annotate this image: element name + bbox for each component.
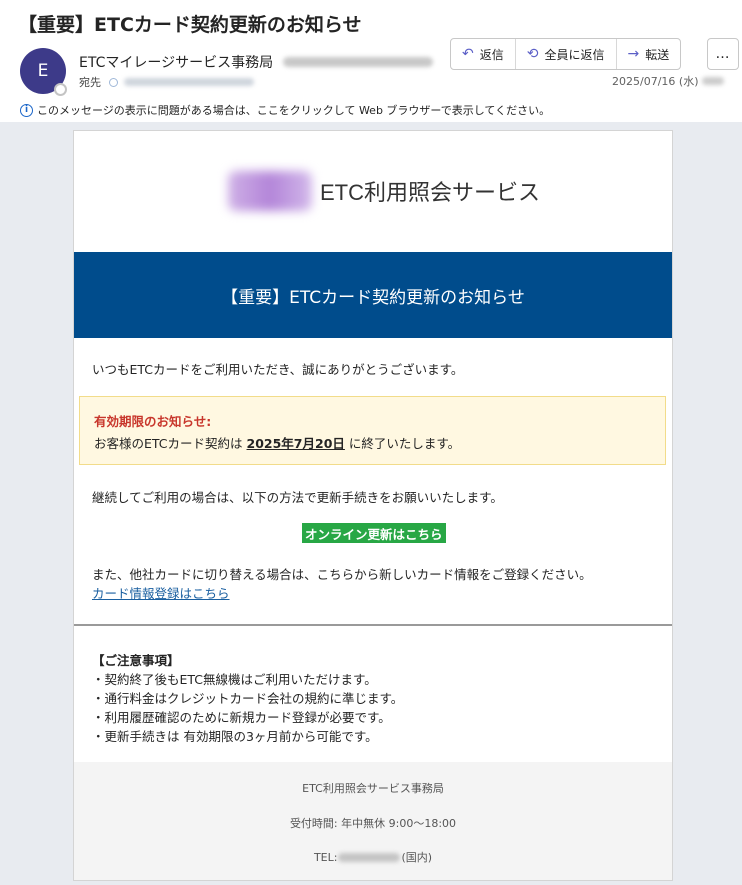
recipient-line: 宛先 <box>79 74 254 90</box>
notes-item: ・通行料金はクレジットカード会社の規約に準じます。 <box>92 691 404 706</box>
section-divider <box>74 624 672 626</box>
sender-email-redacted <box>283 57 434 67</box>
continue-instruction: 継続してご利用の場合は、以下の方法で更新手続きをお願いいたします。 <box>92 490 503 505</box>
notes-item: ・契約終了後もETC無線機はご利用いただけます。 <box>92 672 377 687</box>
email-footer: ETC利用照会サービス事務局 受付時間: 年中無休 9:00～18:00 TEL… <box>74 762 672 880</box>
switch-card-text: また、他社カードに切り替える場合は、こちらから新しいカード情報をご登録ください。 <box>92 567 592 582</box>
reply-label: 返信 <box>479 47 504 62</box>
message-date: 2025/07/16 (水) <box>612 73 725 89</box>
info-bar[interactable]: i このメッセージの表示に問題がある場合は、ここをクリックして Web ブラウザ… <box>20 102 550 118</box>
message-actions: ↶ 返信 ⟲ 全員に返信 → 転送 <box>450 38 682 70</box>
info-icon: i <box>20 103 33 117</box>
greeting-text: いつもETCカードをご利用いただき、誠にありがとうございます。 <box>92 362 464 377</box>
forward-label: 転送 <box>645 47 670 62</box>
avatar-initial: E <box>37 61 49 81</box>
logo-image-blurred <box>228 171 312 211</box>
online-renewal-label: オンライン更新はこちら <box>305 526 443 542</box>
more-actions-button[interactable]: … <box>707 38 739 70</box>
notice-text-before: お客様のETCカード契約は <box>94 436 247 451</box>
email-content: ETC利用照会サービス 【重要】ETCカード契約更新のお知らせ いつもETCカー… <box>73 130 673 881</box>
presence-indicator-icon <box>54 83 67 96</box>
recipient-redacted[interactable] <box>124 78 254 86</box>
title-banner: 【重要】ETCカード契約更新のお知らせ <box>74 252 672 338</box>
recipient-status-icon <box>109 77 118 87</box>
reply-button[interactable]: ↶ 返信 <box>451 39 516 69</box>
sender-name[interactable]: ETCマイレージサービス事務局 <box>79 52 273 72</box>
notes-item: ・更新手続きは 有効期限の3ヶ月前から可能です。 <box>92 729 378 744</box>
brand-logo: ETC利用照会サービス <box>228 171 540 211</box>
expiry-date: 2025年7月20日 <box>246 436 345 451</box>
notice-title: 有効期限のお知らせ: <box>94 414 212 429</box>
notice-text: お客様のETCカード契約は 2025年7月20日 に終了いたします。 <box>94 433 651 452</box>
reply-icon: ↶ <box>462 46 474 62</box>
tel-number-redacted <box>338 852 401 862</box>
date-text: 2025/07/16 (水) <box>612 75 699 88</box>
reply-all-button[interactable]: ⟲ 全員に返信 <box>516 39 617 69</box>
notes-section: 【ご注意事項】 ・契約終了後もETC無線機はご利用いただけます。 ・通行料金はク… <box>92 651 403 746</box>
card-registration-link[interactable]: カード情報登録はこちら <box>92 583 230 602</box>
reply-all-icon: ⟲ <box>526 46 539 62</box>
notes-item: ・利用履歴確認のために新規カード登録が必要です。 <box>92 710 391 725</box>
reply-all-label: 全員に返信 <box>544 47 605 62</box>
notice-text-after: に終了いたします。 <box>344 436 461 451</box>
info-bar-text: このメッセージの表示に問題がある場合は、ここをクリックして Web ブラウザーで… <box>37 104 551 117</box>
forward-icon: → <box>627 46 640 62</box>
footer-tel: TEL: (国内) <box>74 849 672 865</box>
online-renewal-button[interactable]: オンライン更新はこちら <box>302 523 446 543</box>
notes-title: 【ご注意事項】 <box>92 653 180 668</box>
more-icon: … <box>715 46 731 62</box>
forward-button[interactable]: → 転送 <box>617 39 681 69</box>
message-body-area: ETC利用照会サービス 【重要】ETCカード契約更新のお知らせ いつもETCカー… <box>0 122 742 885</box>
footer-hours: 受付時間: 年中無休 9:00～18:00 <box>289 817 457 830</box>
expiry-notice-box: 有効期限のお知らせ: お客様のETCカード契約は 2025年7月20日 に終了い… <box>79 396 666 465</box>
banner-title: 【重要】ETCカード契約更新のお知らせ <box>221 287 525 308</box>
footer-org: ETC利用照会サービス事務局 <box>302 782 444 795</box>
time-redacted <box>702 77 725 85</box>
tel-suffix: (国内) <box>401 851 433 864</box>
logo-text: ETC利用照会サービス <box>320 180 541 205</box>
to-label: 宛先 <box>79 76 101 89</box>
email-subject: 【重要】ETCカード契約更新のお知らせ <box>18 14 362 36</box>
sender-line: ETCマイレージサービス事務局 <box>79 52 434 72</box>
tel-label: TEL: <box>313 850 338 864</box>
